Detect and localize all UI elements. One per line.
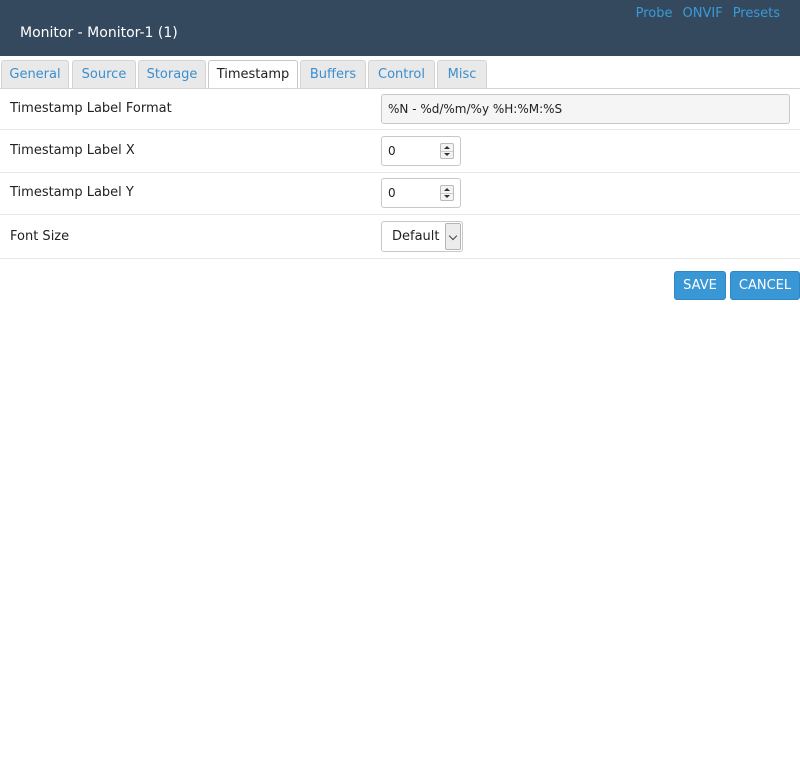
spin-down-icon[interactable] bbox=[441, 193, 453, 200]
label-y-input[interactable]: 0 bbox=[381, 178, 461, 208]
label-y-value: 0 bbox=[388, 186, 396, 200]
font-size-label: Font Size bbox=[10, 229, 70, 244]
tab-source[interactable]: Source bbox=[72, 60, 136, 89]
header-links: Probe ONVIF Presets bbox=[636, 6, 780, 22]
tab-timestamp[interactable]: Timestamp bbox=[208, 60, 298, 89]
tab-misc[interactable]: Misc bbox=[437, 60, 487, 89]
tab-general[interactable]: General bbox=[1, 60, 69, 89]
form-row-label-y: Timestamp Label Y 0 bbox=[0, 173, 800, 215]
presets-link[interactable]: Presets bbox=[733, 6, 780, 22]
form-row-label-x: Timestamp Label X 0 bbox=[0, 130, 800, 173]
cancel-button[interactable]: CANCEL bbox=[730, 271, 800, 300]
onvif-link[interactable]: ONVIF bbox=[683, 6, 723, 22]
label-y-label: Timestamp Label Y bbox=[10, 185, 134, 200]
font-size-select[interactable]: Default bbox=[381, 221, 463, 252]
label-format-input[interactable] bbox=[381, 94, 790, 124]
save-button[interactable]: SAVE bbox=[674, 271, 726, 300]
label-x-spinner bbox=[440, 143, 454, 159]
form-row-font-size: Font Size Default bbox=[0, 215, 800, 259]
tab-storage[interactable]: Storage bbox=[138, 60, 206, 89]
label-x-label: Timestamp Label X bbox=[10, 143, 135, 158]
label-x-value: 0 bbox=[388, 144, 396, 158]
spin-up-icon[interactable] bbox=[441, 186, 453, 193]
font-size-value: Default bbox=[392, 229, 440, 244]
page-title: Monitor - Monitor-1 (1) bbox=[20, 25, 178, 41]
label-x-input[interactable]: 0 bbox=[381, 136, 461, 166]
tab-bar: General Source Storage Timestamp Buffers… bbox=[0, 60, 800, 89]
label-format-label: Timestamp Label Format bbox=[10, 101, 172, 116]
spin-up-icon[interactable] bbox=[441, 144, 453, 151]
spin-down-icon[interactable] bbox=[441, 151, 453, 158]
chevron-down-icon[interactable] bbox=[445, 223, 461, 250]
form-row-label-format: Timestamp Label Format bbox=[0, 89, 800, 130]
label-y-spinner bbox=[440, 185, 454, 201]
probe-link[interactable]: Probe bbox=[636, 6, 673, 22]
header-bar: Monitor - Monitor-1 (1) Probe ONVIF Pres… bbox=[0, 0, 800, 56]
tab-buffers[interactable]: Buffers bbox=[300, 60, 366, 89]
tab-control[interactable]: Control bbox=[368, 60, 435, 89]
